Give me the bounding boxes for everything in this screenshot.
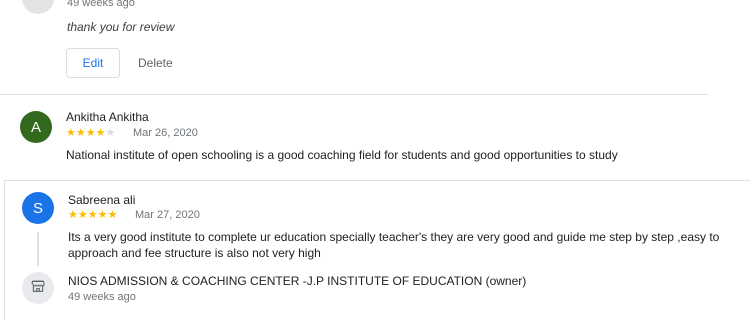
reviewer-name[interactable]: Ankitha Ankitha (66, 110, 149, 124)
star-icon: ★ (68, 209, 78, 221)
star-icon: ★ (66, 127, 76, 139)
star-rating: ★★★★★ (66, 127, 115, 139)
reviewer-name[interactable]: Sabreena ali (68, 193, 135, 207)
star-icon: ★ (105, 127, 116, 139)
owner-avatar (22, 272, 54, 304)
star-rating: ★★★★★ (68, 209, 117, 221)
star-icon: ★ (85, 127, 96, 139)
reviewer-avatar[interactable]: A (20, 111, 52, 143)
owner-name: NIOS ADMISSION & COACHING CENTER -J.P IN… (68, 274, 527, 288)
star-icon: ★ (95, 127, 106, 139)
star-icon: ★ (87, 209, 98, 221)
owner-avatar-top (22, 0, 54, 14)
review-text: National institute of open schooling is … (66, 148, 618, 162)
star-icon: ★ (107, 209, 118, 221)
star-icon: ★ (97, 209, 108, 221)
delete-button[interactable]: Delete (132, 48, 179, 78)
reply-time: 49 weeks ago (67, 0, 135, 9)
review-date: Mar 26, 2020 (133, 127, 198, 139)
reply-time: 49 weeks ago (68, 291, 136, 303)
thread-line (37, 232, 39, 266)
divider (0, 94, 708, 95)
store-icon (30, 278, 46, 299)
star-icon: ★ (75, 127, 86, 139)
review-text: Its a very good institute to complete ur… (68, 230, 720, 260)
edit-button[interactable]: Edit (66, 48, 120, 78)
owner-reply-text: thank you for review (67, 20, 175, 34)
star-icon: ★ (77, 209, 88, 221)
reviewer-avatar[interactable]: S (22, 192, 54, 224)
review-date: Mar 27, 2020 (135, 209, 200, 221)
